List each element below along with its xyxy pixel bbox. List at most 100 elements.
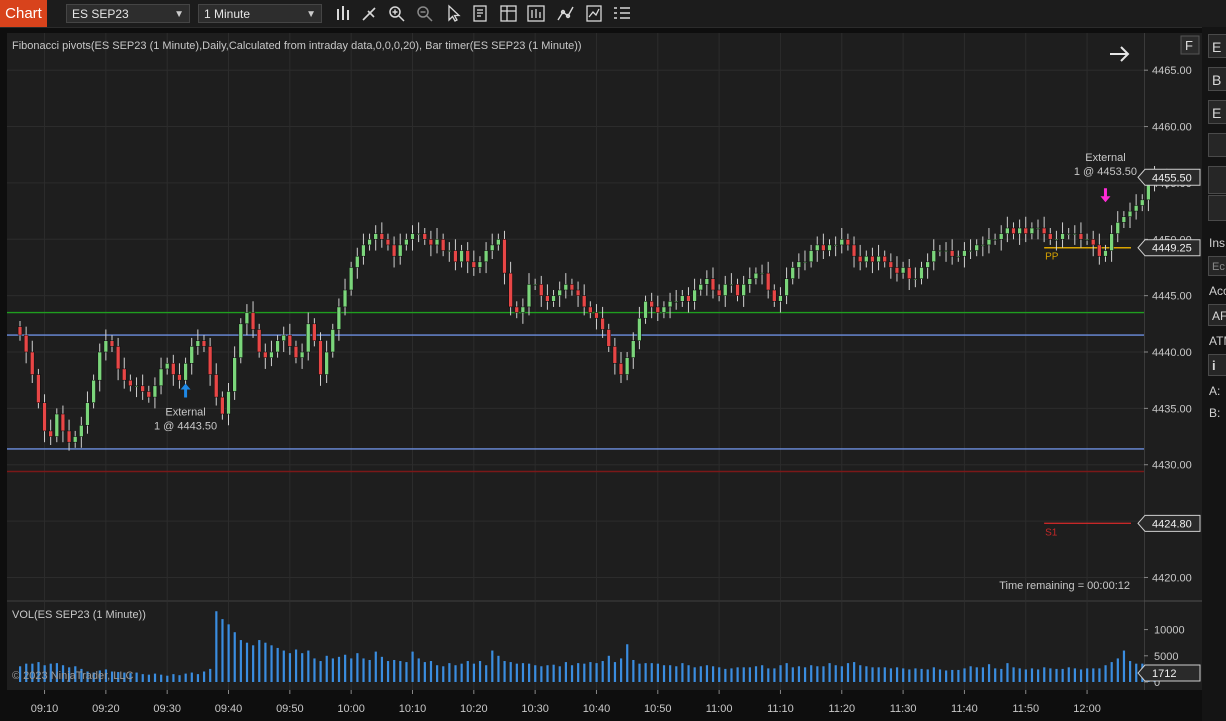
time-tick-label: 11:00	[706, 703, 733, 715]
volume-bar	[711, 666, 715, 682]
volume-bar	[1086, 668, 1089, 682]
volume-bar	[1122, 650, 1126, 682]
candle-down	[907, 267, 912, 279]
f-button[interactable]: F	[1185, 38, 1193, 53]
volume-bar	[374, 651, 377, 682]
candle-up	[937, 250, 943, 252]
candle-down	[391, 244, 397, 257]
time-tick-label: 09:10	[31, 703, 59, 715]
candle-up	[165, 363, 170, 370]
price-marker: 4455.50	[1152, 172, 1192, 184]
volume-bar	[938, 669, 942, 682]
volume-bar	[607, 655, 610, 682]
candle-up	[226, 391, 231, 415]
candle-down	[30, 351, 35, 375]
execution-price-label: 1 @ 4453.50	[1074, 166, 1137, 178]
volume-bar	[1055, 668, 1058, 682]
volume-bar	[797, 666, 801, 682]
candle-down	[766, 272, 771, 291]
candle-down	[422, 233, 427, 240]
candle-up	[183, 363, 188, 381]
time-tick-label: 09:40	[215, 703, 243, 715]
pivot-levels: PP S1	[7, 247, 1144, 538]
price-tick-label: 4445.00	[1152, 291, 1192, 303]
volume-bar	[736, 667, 739, 682]
candle-down	[870, 255, 875, 263]
candle-up	[1060, 233, 1065, 240]
volume-label: VOL(ES SEP23 (1 Minute))	[12, 609, 146, 621]
candle-down	[171, 363, 176, 375]
volume-bar	[846, 663, 850, 682]
candle-up	[1029, 227, 1035, 234]
candle-up	[1066, 233, 1071, 235]
volume-bar	[810, 665, 813, 682]
volume-bar	[601, 661, 604, 682]
volume-bar	[423, 662, 426, 682]
volume-bar	[368, 659, 371, 682]
candle-down	[514, 306, 519, 313]
time-tick-label: 10:50	[644, 703, 672, 715]
volume-bar	[877, 667, 880, 682]
volume-bar	[509, 662, 512, 682]
time-axis-labels: 09:10 09:20 09:30 09:40 09:50 10:00 10:10 10:20…	[31, 690, 1101, 715]
volume-bar	[1018, 668, 1021, 682]
candle-down	[710, 278, 716, 291]
chart-canvas[interactable]: PPS1 4465.004460.004455.004450.004445.00…	[0, 0, 1226, 721]
candle-up	[1005, 227, 1010, 234]
candle-down	[312, 323, 317, 341]
volume-bar	[779, 665, 782, 682]
volume-bar	[865, 666, 868, 682]
candle-up	[992, 239, 998, 241]
volume-bar	[221, 619, 224, 682]
pivot-label: S1	[1045, 527, 1058, 538]
volume-bar	[411, 651, 414, 682]
price-marker: 4424.80	[1152, 518, 1192, 530]
candle-down	[594, 312, 599, 319]
volume-bar	[546, 665, 549, 682]
volume-bar	[613, 662, 617, 682]
candle-up	[1017, 227, 1022, 234]
candle-up	[520, 306, 526, 313]
candle-up	[986, 239, 992, 246]
execution-label: External	[165, 406, 205, 418]
candle-up	[232, 357, 237, 392]
volume-bar	[540, 666, 543, 682]
volume-bar	[987, 664, 991, 682]
candle-down	[122, 368, 127, 381]
candle-up	[900, 267, 906, 274]
candle-up	[79, 425, 84, 437]
price-tick-label: 4465.00	[1152, 65, 1192, 77]
candle-up	[189, 346, 194, 364]
volume-bar	[325, 655, 328, 682]
candle-up	[864, 255, 869, 263]
candle-up	[698, 284, 703, 291]
volume-bar	[705, 665, 709, 682]
volume-bar	[270, 645, 273, 682]
volume-bar	[1098, 668, 1101, 682]
candle-down	[735, 284, 740, 296]
candle-up	[103, 340, 109, 353]
buy-arrow-icon	[180, 383, 191, 398]
candle-down	[894, 267, 900, 274]
volume-bar	[141, 674, 144, 682]
candle-up	[1103, 250, 1108, 257]
candle-down	[845, 239, 851, 246]
candle-up	[974, 244, 979, 251]
volume-bar	[589, 662, 592, 682]
candle-down	[1091, 239, 1096, 246]
candle-up	[526, 284, 532, 308]
volume-bar	[828, 663, 831, 682]
candle-up	[790, 267, 795, 279]
candle-down	[115, 346, 121, 370]
arrow-right-icon[interactable]	[1110, 46, 1130, 62]
volume-bar	[160, 674, 163, 682]
volume-bar	[319, 661, 322, 682]
indicators-label: Fibonacci pivots(ES SEP23 (1 Minute),Dai…	[12, 40, 582, 52]
volume-bar	[742, 667, 745, 682]
candle-down	[207, 346, 213, 375]
volume-bar	[497, 655, 500, 682]
volume-bar	[908, 669, 911, 682]
candle-up	[667, 301, 673, 308]
volume-bar	[767, 668, 770, 682]
candle-down	[772, 289, 777, 302]
